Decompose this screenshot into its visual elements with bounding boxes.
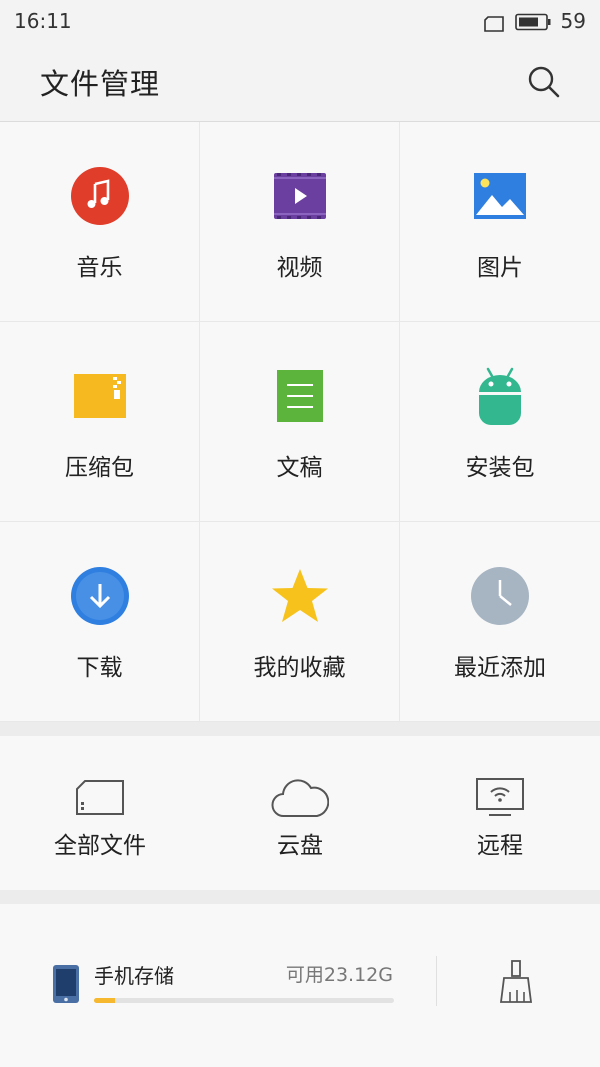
quick-action-label: 远程 xyxy=(477,833,523,859)
page-title: 文件管理 xyxy=(40,66,161,101)
quick-actions: 全部文件 云盘 远程 xyxy=(0,736,600,890)
cloud-icon xyxy=(270,776,330,820)
category-label: 音乐 xyxy=(76,255,123,281)
category-archives[interactable]: 压缩包 xyxy=(0,322,200,522)
download-icon xyxy=(70,566,130,626)
status-indicators: 59 xyxy=(483,9,586,33)
category-favorites[interactable]: 我的收藏 xyxy=(200,522,400,722)
storage-card-icon xyxy=(70,776,130,820)
sim-card-icon xyxy=(483,13,505,32)
app-bar: 文件管理 xyxy=(0,42,600,122)
phone-icon xyxy=(52,964,80,1004)
category-label: 最近添加 xyxy=(454,655,546,681)
category-documents[interactable]: 文稿 xyxy=(200,322,400,522)
storage-name: 手机存储 xyxy=(94,964,174,988)
category-label: 图片 xyxy=(477,255,523,281)
broom-icon xyxy=(499,960,533,1003)
category-pictures[interactable]: 图片 xyxy=(400,122,600,322)
archive-icon xyxy=(70,366,130,426)
storage-usage-bar xyxy=(94,998,394,1003)
picture-icon xyxy=(470,166,530,226)
remote-button[interactable]: 远程 xyxy=(400,736,600,890)
storage-usage-fill xyxy=(94,998,115,1003)
storage-available: 可用23.12G xyxy=(285,964,393,986)
category-apks[interactable]: 安装包 xyxy=(400,322,600,522)
category-music[interactable]: 音乐 xyxy=(0,122,200,322)
storage-section: 手机存储 可用23.12G xyxy=(0,904,600,1067)
clock-icon xyxy=(470,566,530,626)
category-label: 下载 xyxy=(76,655,123,681)
battery-percent: 59 xyxy=(560,9,586,33)
music-icon xyxy=(70,166,130,226)
category-label: 安装包 xyxy=(465,455,535,481)
section-divider xyxy=(0,722,600,736)
quick-action-label: 全部文件 xyxy=(54,833,146,859)
clean-button[interactable] xyxy=(495,960,537,1004)
status-bar: 16:11 59 xyxy=(0,0,600,42)
section-divider xyxy=(0,890,600,904)
category-label: 视频 xyxy=(276,255,323,281)
category-grid: 音乐 视频 图片 压缩包 文稿 安装包 下载 我的收藏 最近添加 xyxy=(0,122,600,722)
star-icon xyxy=(270,566,330,626)
category-downloads[interactable]: 下载 xyxy=(0,522,200,722)
remote-monitor-icon xyxy=(470,776,530,820)
category-label: 压缩包 xyxy=(65,455,134,481)
search-icon xyxy=(528,66,560,97)
video-icon xyxy=(270,166,330,226)
category-video[interactable]: 视频 xyxy=(200,122,400,322)
quick-action-label: 云盘 xyxy=(277,833,323,859)
android-icon xyxy=(470,366,530,426)
category-recent[interactable]: 最近添加 xyxy=(400,522,600,722)
status-time: 16:11 xyxy=(14,9,72,33)
category-label: 我的收藏 xyxy=(253,655,346,681)
all-files-button[interactable]: 全部文件 xyxy=(0,736,200,890)
cloud-drive-button[interactable]: 云盘 xyxy=(200,736,400,890)
document-icon xyxy=(270,366,330,426)
vertical-divider xyxy=(436,956,437,1006)
phone-storage-item[interactable]: 手机存储 可用23.12G xyxy=(52,960,397,1012)
search-button[interactable] xyxy=(526,64,562,100)
category-label: 文稿 xyxy=(276,455,323,481)
battery-icon xyxy=(514,12,551,31)
